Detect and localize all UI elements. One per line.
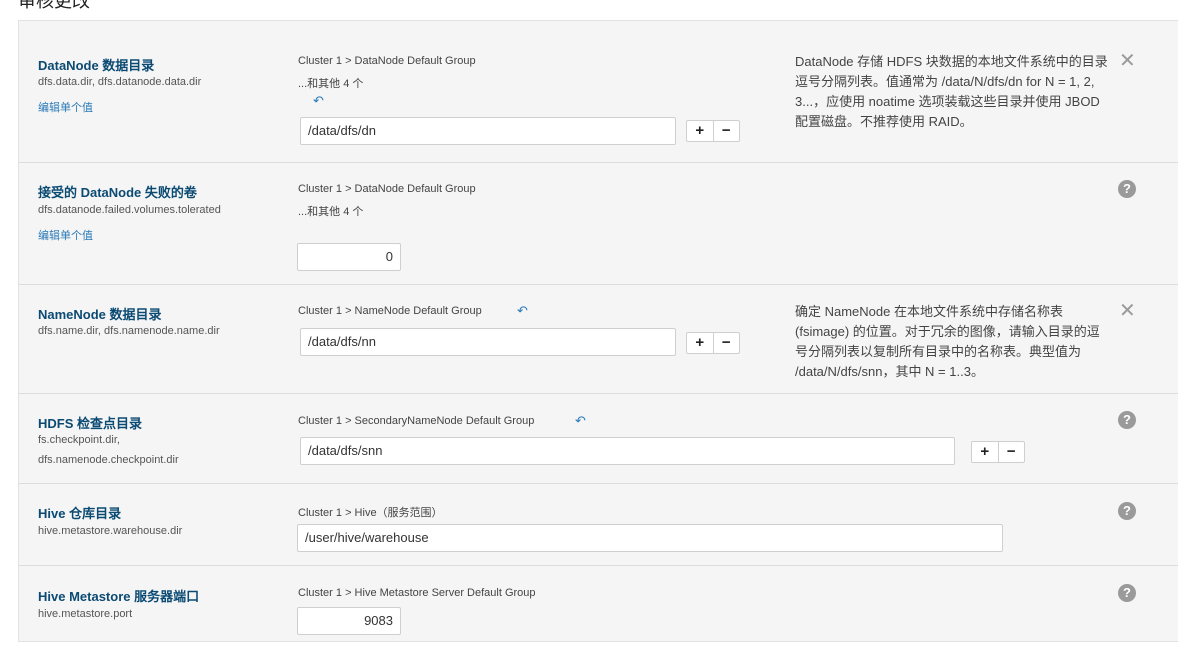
edit-individual-values-link[interactable]: 编辑单个值 [38,227,93,243]
add-value-button[interactable]: + [687,121,714,141]
page-title: 审核更改 [18,0,90,11]
config-scope: Cluster 1 > Hive（服务范围） [298,507,443,519]
config-row-hdfs-checkpoint-dir: HDFS 检查点目录 fs.checkpoint.dir, dfs.nameno… [19,393,1178,484]
add-remove-buttons: + − [686,332,740,354]
config-key: dfs.datanode.failed.volumes.tolerated [38,204,221,216]
help-icon[interactable]: ? [1118,584,1136,602]
config-scope: Cluster 1 > NameNode Default Group [298,305,482,317]
add-value-button[interactable]: + [687,333,714,353]
config-scope: Cluster 1 > Hive Metastore Server Defaul… [298,587,536,599]
config-name: 接受的 DataNode 失败的卷 [38,185,197,200]
remove-value-button[interactable]: − [999,442,1025,462]
config-key: dfs.name.dir, dfs.namenode.name.dir [38,325,220,337]
config-description: 确定 NameNode 在本地文件系统中存储名称表 (fsimage) 的位置。… [795,304,1100,379]
config-name: Hive Metastore 服务器端口 [38,589,200,604]
value-input[interactable]: /user/hive/warehouse [297,524,1003,552]
help-icon[interactable]: ? [1118,502,1136,520]
config-changes-panel: DataNode 数据目录 dfs.data.dir, dfs.datanode… [18,20,1178,642]
config-row-datanode-data-dir: DataNode 数据目录 dfs.data.dir, dfs.datanode… [19,21,1178,163]
edit-individual-values-link[interactable]: 编辑单个值 [38,99,93,115]
config-row-hive-warehouse-dir: Hive 仓库目录 hive.metastore.warehouse.dir C… [19,483,1178,566]
value-input[interactable]: 9083 [297,607,401,635]
config-description: DataNode 存储 HDFS 块数据的本地文件系统中的目录逗号分隔列表。值通… [795,54,1108,129]
config-scope: Cluster 1 > DataNode Default Group [298,55,476,67]
config-scope: Cluster 1 > SecondaryNameNode Default Gr… [298,415,535,427]
config-row-hive-metastore-port: Hive Metastore 服务器端口 hive.metastore.port… [19,565,1178,645]
remove-value-button[interactable]: − [714,121,740,141]
config-key: hive.metastore.warehouse.dir [38,525,183,537]
add-remove-buttons: + − [686,120,740,142]
config-key: dfs.data.dir, dfs.datanode.data.dir [38,76,202,88]
add-remove-buttons: + − [971,441,1025,463]
help-icon[interactable]: ? [1118,180,1136,198]
undo-icon[interactable]: ↶ [575,414,586,427]
value-input[interactable]: /data/dfs/nn [300,328,676,356]
value-input[interactable]: 0 [297,243,401,271]
undo-icon[interactable]: ↶ [313,94,324,107]
others-count: ...和其他 4 个 [298,206,364,218]
config-row-namenode-data-dir: NameNode 数据目录 dfs.name.dir, dfs.namenode… [19,284,1178,394]
config-key: hive.metastore.port [38,608,133,620]
close-icon[interactable]: ✕ [1119,301,1136,321]
help-icon[interactable]: ? [1118,411,1136,429]
remove-value-button[interactable]: − [714,333,740,353]
value-input[interactable]: /data/dfs/dn [300,117,676,145]
undo-icon[interactable]: ↶ [517,304,528,317]
add-value-button[interactable]: + [972,442,999,462]
config-key: fs.checkpoint.dir, dfs.namenode.checkpoi… [38,434,179,466]
config-row-failed-volumes: 接受的 DataNode 失败的卷 dfs.datanode.failed.vo… [19,162,1178,285]
config-scope: Cluster 1 > DataNode Default Group [298,183,476,195]
config-name: Hive 仓库目录 [38,506,122,521]
others-count: ...和其他 4 个 [298,78,364,90]
value-input[interactable]: /data/dfs/snn [300,437,955,465]
close-icon[interactable]: ✕ [1119,51,1136,71]
